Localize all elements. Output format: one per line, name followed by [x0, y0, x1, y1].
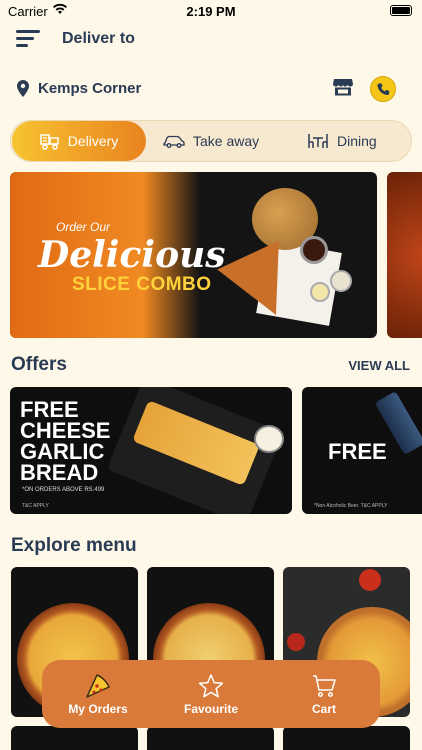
dip-image [310, 282, 330, 302]
menu-category-card[interactable] [11, 726, 138, 750]
delivery-icon [39, 132, 60, 150]
tomato-image [287, 633, 305, 651]
top-bar: Deliver to [0, 24, 422, 56]
offers-title: Offers [11, 354, 67, 375]
location-name: Kemps Corner [38, 80, 142, 97]
offer-note: *ON ORDERS ABOVE RS.499 [22, 487, 105, 493]
tab-take-away-label: Take away [193, 133, 260, 149]
tab-my-orders-label: My Orders [68, 702, 128, 716]
banner-line-1: Order Our [56, 220, 111, 234]
pizza-slice-icon [85, 672, 111, 700]
status-time: 2:19 PM [186, 4, 236, 19]
menu-category-card[interactable] [147, 726, 274, 750]
tab-cart-label: Cart [311, 702, 336, 716]
menu-category-card[interactable] [283, 726, 410, 750]
tab-cart[interactable]: Cart [268, 660, 380, 728]
offer-note: *Non Alcoholic Beer. T&C APPLY [314, 503, 388, 509]
hamburger-menu-icon[interactable] [16, 28, 40, 48]
banner-line-2: Delicious [38, 234, 226, 276]
offer-headline: FREE CHEESE GARLIC BREAD [20, 397, 111, 485]
star-icon [198, 672, 224, 700]
order-mode-selector: Delivery Take away Dining [10, 120, 412, 162]
dining-table-icon [307, 133, 329, 149]
location-pin-icon [17, 80, 29, 102]
banner-line-3: SLICE COMBO [72, 274, 212, 295]
tab-my-orders[interactable]: My Orders [42, 660, 154, 728]
offer-card[interactable]: FREE CHEESE GARLIC BREAD *ON ORDERS ABOV… [10, 387, 292, 514]
tab-delivery[interactable]: Delivery [12, 121, 146, 161]
offer-card[interactable]: FREE *Non Alcoholic Beer. T&C APPLY [302, 387, 422, 514]
page-title: Deliver to [62, 30, 135, 47]
dip-image [300, 236, 328, 264]
tab-favourite[interactable]: Favourite [155, 660, 267, 728]
tab-take-away[interactable]: Take away [163, 121, 259, 161]
tab-dining-label: Dining [337, 133, 377, 149]
explore-menu-title: Explore menu [11, 535, 137, 556]
call-button[interactable] [370, 76, 396, 102]
tomato-image [359, 569, 381, 591]
view-all-link[interactable]: VIEW ALL [348, 358, 410, 373]
next-banner-preview[interactable] [387, 172, 422, 338]
car-icon [163, 134, 185, 148]
battery-icon [390, 5, 412, 16]
status-bar: Carrier 2:19 PM [0, 0, 422, 22]
phone-icon [376, 83, 389, 95]
cart-icon [311, 672, 337, 700]
offer-headline: FREE [328, 439, 387, 464]
offer-terms: T&C APPLY [22, 503, 49, 509]
dip-image [254, 425, 284, 453]
tab-favourite-label: Favourite [183, 702, 238, 716]
tab-dining[interactable]: Dining [307, 121, 377, 161]
location-bar[interactable]: Kemps Corner [0, 74, 422, 104]
tab-delivery-label: Delivery [67, 133, 119, 149]
promo-banner[interactable]: Order Our Delicious SLICE COMBO [10, 172, 377, 338]
store-icon[interactable] [333, 78, 353, 101]
bottom-tab-bar: My Orders Favourite Cart [42, 660, 380, 728]
dip-image [330, 270, 352, 292]
